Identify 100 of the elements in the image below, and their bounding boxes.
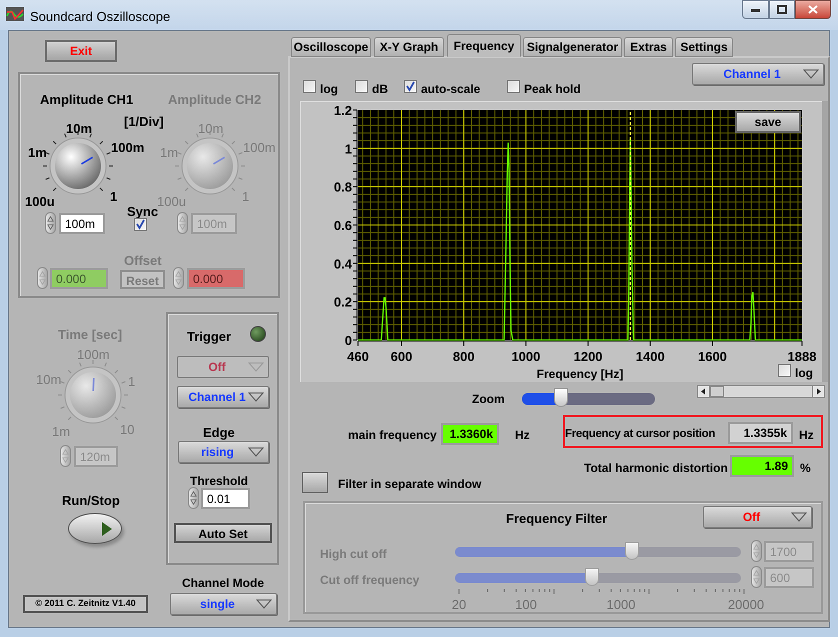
axis-tick-label: 600	[390, 349, 412, 364]
checkbox[interactable]	[404, 80, 417, 93]
scale-label: 1m	[160, 144, 178, 162]
edge-label: Edge	[203, 424, 235, 442]
caret-icon	[248, 392, 264, 402]
scale-label: 1	[110, 188, 118, 206]
tab[interactable]: Oscilloscope	[291, 37, 371, 57]
minimize-button[interactable]	[742, 0, 769, 19]
copyright-button[interactable]: © 2011 C. Zeitnitz V1.40	[23, 595, 148, 613]
axis-tick-label: 1000	[511, 349, 540, 364]
dropdown[interactable]: Channel 1	[692, 63, 824, 85]
toggle-label: Filter in separate window	[338, 476, 482, 493]
scale-label: 1	[128, 373, 136, 391]
tab[interactable]: Signalgenerator	[523, 37, 622, 57]
checkbox[interactable]	[355, 80, 368, 93]
scale-label: 100u	[157, 193, 186, 209]
scale-label: 100m	[111, 139, 144, 157]
spin-button[interactable]	[37, 267, 48, 289]
channel-title: Amplitude CH2	[168, 91, 262, 109]
run-stop-label: Run/Stop	[62, 492, 120, 510]
scale-label: 100u	[25, 193, 55, 211]
dropdown[interactable]: Channel 1	[177, 386, 269, 408]
horizontal-scrollbar[interactable]	[697, 385, 825, 398]
readout-label: main frequency	[348, 427, 437, 444]
axis-tick-label: 1888	[788, 349, 816, 364]
window-title: Soundcard Oszilloscope	[30, 8, 170, 26]
spin-button[interactable]	[177, 212, 188, 234]
axis-tick-label: 460	[347, 349, 369, 364]
number-field[interactable]: 1.89	[730, 455, 794, 477]
checkbox-label: auto-scale	[421, 81, 480, 98]
tab[interactable]: X-Y Graph	[374, 37, 444, 57]
checkbox[interactable]	[134, 218, 147, 231]
axis-tick-label: 0.2	[334, 294, 352, 310]
scale-label: 100m	[243, 139, 276, 157]
checkbox[interactable]	[303, 80, 316, 93]
scale-label: 10m	[66, 120, 92, 138]
slider-label: Cut off frequency	[320, 572, 420, 589]
caret-icon	[803, 69, 819, 79]
spin-button[interactable]	[751, 540, 762, 562]
maximize-icon	[777, 5, 787, 14]
caret-icon	[256, 599, 272, 609]
caret-icon	[791, 512, 807, 522]
spin-button[interactable]	[45, 212, 56, 234]
scale-label: 1000	[606, 596, 636, 614]
caret-icon	[248, 447, 264, 457]
trigger-title: Trigger	[187, 328, 232, 346]
tab[interactable]: Frequency	[447, 34, 521, 57]
scale-label: 100m	[77, 346, 110, 364]
checkbox-label: log	[320, 81, 338, 98]
sync-label: Sync	[127, 204, 158, 221]
axis-tick-label: 1200	[574, 349, 603, 364]
scale-label: 10	[120, 421, 134, 439]
scale-label: 20000	[726, 596, 766, 614]
spin-button[interactable]	[60, 445, 71, 467]
close-button[interactable]	[795, 0, 831, 19]
dropdown[interactable]: single	[170, 593, 277, 615]
play-icon	[101, 520, 113, 536]
checkbox-label: log	[795, 365, 813, 382]
tab[interactable]: Settings	[675, 37, 733, 57]
filter-title: Frequency Filter	[506, 510, 608, 528]
cursor-line[interactable]	[630, 112, 631, 340]
readout-label: Frequency at cursor position	[565, 427, 716, 442]
scale-label: 20	[450, 596, 468, 614]
checkbox[interactable]	[778, 364, 791, 377]
spin-button[interactable]	[188, 487, 199, 509]
checkbox-label: dB	[372, 81, 388, 98]
offset-label: Offset	[124, 252, 162, 270]
axis-tick-label: 0	[344, 333, 352, 348]
unit-label: Hz	[799, 427, 814, 444]
number-field[interactable]: 100m	[59, 213, 105, 234]
time-title: Time [sec]	[58, 326, 122, 344]
number-field[interactable]: 0.01	[201, 488, 250, 509]
scale-label: 1m	[28, 144, 47, 162]
spin-button[interactable]	[173, 267, 184, 289]
spin-button[interactable]	[751, 566, 762, 588]
checkbox[interactable]	[507, 80, 520, 93]
scale-label: 10m	[198, 120, 224, 138]
zoom-label: Zoom	[472, 391, 505, 408]
close-icon	[808, 5, 818, 14]
scale-label: 1m	[52, 423, 70, 441]
maximize-button[interactable]	[769, 0, 795, 19]
threshold-label: Threshold	[190, 473, 248, 490]
save-button[interactable]: save	[735, 111, 801, 133]
dropdown[interactable]: rising	[178, 441, 269, 463]
readout-label: Total harmonic distortion	[584, 460, 728, 477]
tab[interactable]: Extras	[624, 37, 673, 57]
minimize-icon	[751, 8, 760, 12]
unit-label: %	[800, 460, 811, 477]
number-field[interactable]: 1.3360k	[441, 423, 499, 445]
auto-set-button[interactable]: Auto Set	[174, 523, 272, 543]
scale-label: 1	[242, 188, 250, 206]
axis-tick-label: 0.8	[334, 180, 352, 195]
axis-tick-label: 1.2	[334, 103, 352, 118]
slider-label: High cut off	[320, 546, 387, 563]
scale-label: 10m	[36, 371, 62, 389]
axis-tick-label: 1600	[698, 349, 727, 364]
number-field[interactable]: 1.3355k	[728, 422, 793, 444]
axis-title: Frequency [Hz]	[536, 367, 624, 381]
checkbox-label: Peak hold	[524, 81, 581, 98]
toggle-button[interactable]	[302, 472, 328, 493]
